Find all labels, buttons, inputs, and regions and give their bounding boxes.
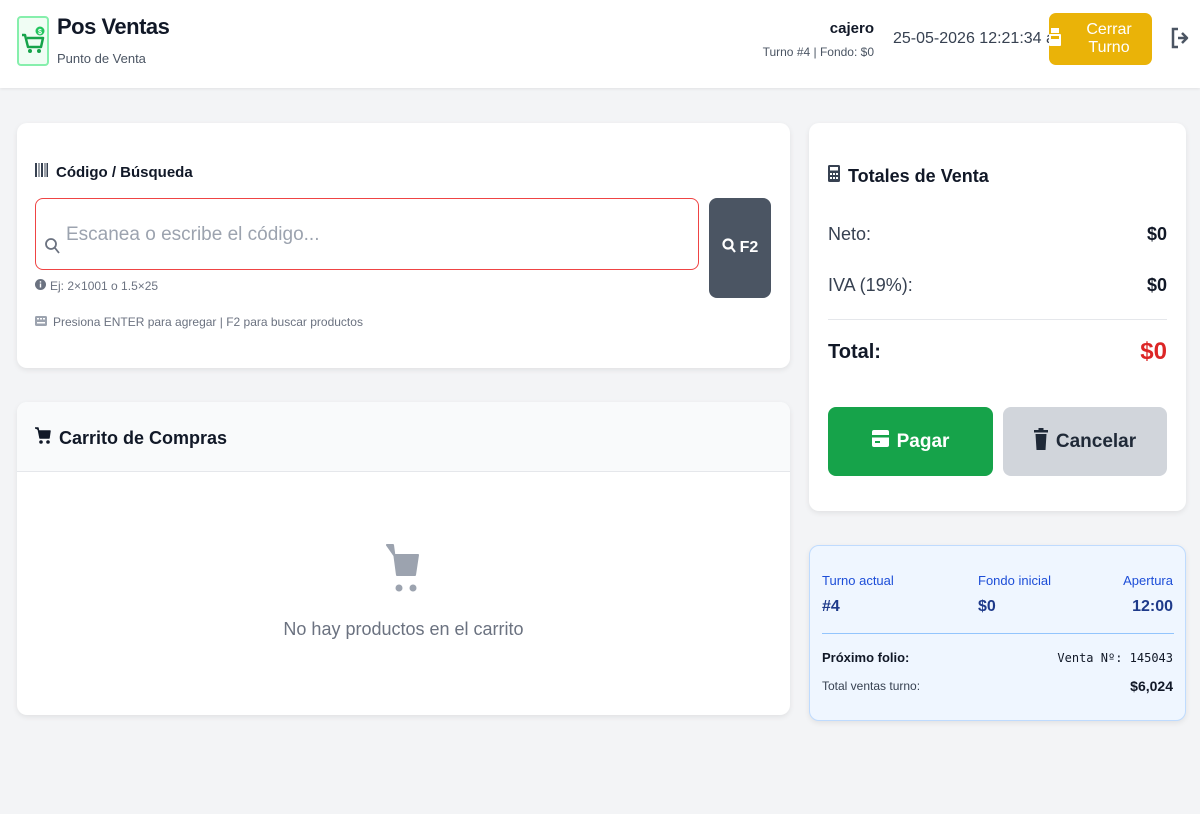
initial-fund-label: Fondo inicial (978, 573, 1051, 588)
total-sales-label: Total ventas turno: (822, 679, 921, 693)
total-sales-value: $6,024 (1130, 678, 1173, 694)
cart-card: Carrito de Compras No hay productos en e… (17, 402, 790, 715)
info-icon (35, 279, 46, 293)
shift-divider (822, 633, 1174, 634)
shift-info-card: Turno actual #4 Fondo inicial $0 Apertur… (809, 545, 1186, 721)
search-example-text: Ej: 2×1001 o 1.5×25 (50, 279, 159, 293)
totals-divider (828, 319, 1167, 320)
trash-icon (1033, 427, 1048, 456)
f2-label: F2 (739, 239, 759, 256)
search-products-button[interactable]: F2 (709, 198, 771, 298)
keyboard-icon (35, 315, 47, 329)
search-field[interactable] (35, 198, 699, 270)
totals-title: Totales de Venta (828, 165, 989, 187)
next-folio-label: Próximo folio: (822, 650, 910, 665)
cancel-label: Cancelar (1055, 430, 1137, 452)
user-shift-meta: Turno #4 | Fondo: $0 (762, 45, 874, 59)
close-shift-label: Cerrar Turno (1086, 21, 1132, 56)
totals-card: Totales de Venta Neto: $0 IVA (19%): $0 … (809, 123, 1186, 511)
app-subtitle: Punto de Venta (57, 51, 146, 66)
initial-fund-value: $0 (978, 598, 996, 615)
total-value: $0 (1140, 338, 1167, 365)
search-icon (44, 237, 60, 260)
cash-register-icon (1049, 27, 1061, 51)
empty-cart-icon (385, 542, 419, 601)
search-section-label: Código / Búsqueda (56, 163, 193, 181)
iva-label: IVA (19%): (828, 275, 913, 295)
svg-text:$: $ (38, 29, 42, 36)
cart-title-label: Carrito de Compras (59, 428, 228, 448)
search-card: Código / Búsqueda F2 Ej: 2×1001 (17, 123, 790, 368)
logout-icon[interactable] (1170, 26, 1190, 50)
calculator-icon (828, 165, 840, 187)
opening-value: 12:00 (1132, 598, 1173, 615)
iva-value: $0 (1146, 275, 1167, 295)
cart-icon: $ (17, 16, 49, 66)
cancel-button[interactable]: Cancelar (1003, 407, 1167, 476)
user-name: cajero (829, 20, 874, 37)
app-title: Pos Ventas (57, 14, 170, 39)
cash-register-icon (871, 430, 889, 453)
empty-cart-message: No hay productos en el carrito (283, 619, 524, 639)
current-shift-label: Turno actual (822, 573, 894, 588)
cart-header: Carrito de Compras (17, 402, 790, 472)
top-header: $ Pos Ventas Punto de Venta cajero Turno… (0, 0, 1200, 88)
current-shift-value: #4 (822, 598, 840, 615)
shopping-cart-icon (35, 427, 51, 450)
opening-label: Apertura (1123, 573, 1173, 588)
totals-title-label: Totales de Venta (848, 165, 989, 186)
neto-value: $0 (1146, 224, 1167, 244)
next-folio-value: Venta Nº: 145043 (1057, 651, 1173, 665)
search-example-hint: Ej: 2×1001 o 1.5×25 (35, 279, 158, 293)
barcode-icon (35, 163, 48, 181)
search-input[interactable] (66, 217, 686, 253)
total-label: Total: (828, 341, 881, 363)
cart-title: Carrito de Compras (35, 427, 227, 450)
search-icon (722, 237, 736, 259)
close-shift-button[interactable]: Cerrar Turno (1049, 13, 1152, 65)
search-section-title: Código / Búsqueda (35, 163, 193, 181)
neto-label: Neto: (828, 224, 872, 244)
search-keys-text: Presiona ENTER para agregar | F2 para bu… (53, 315, 363, 329)
pay-button[interactable]: Pagar (828, 407, 993, 476)
search-keys-hint: Presiona ENTER para agregar | F2 para bu… (35, 315, 363, 329)
pay-label: Pagar (896, 430, 950, 452)
